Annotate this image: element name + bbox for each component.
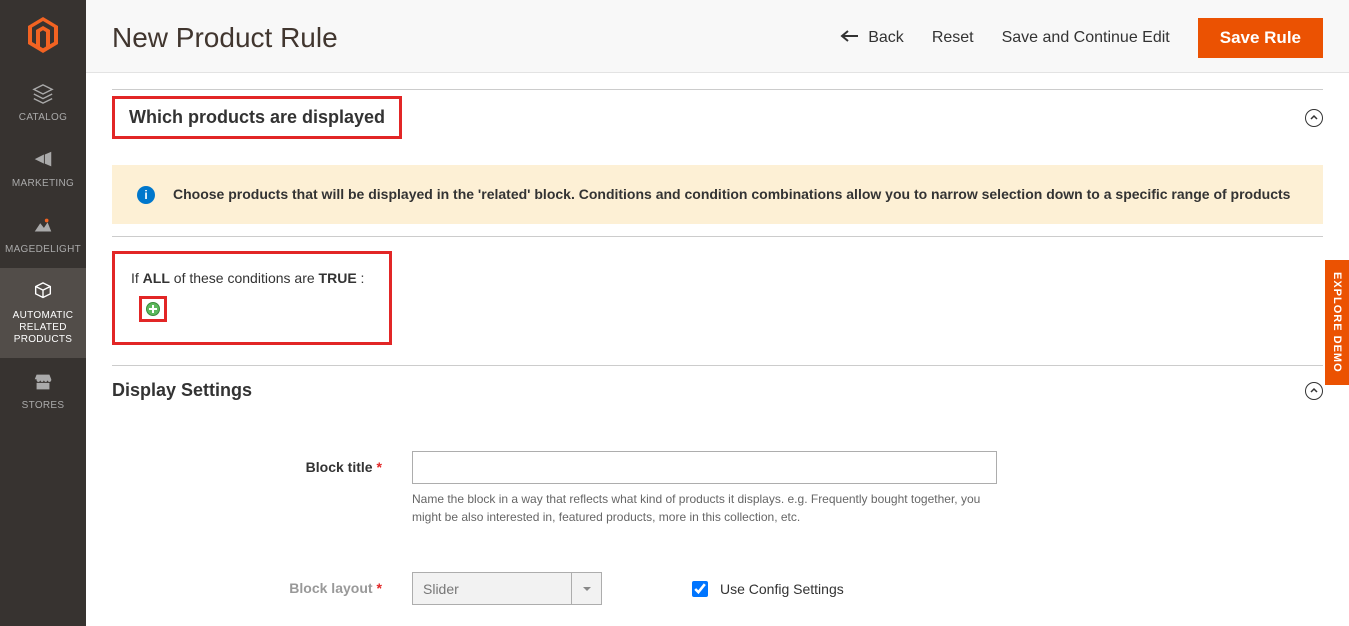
block-layout-field-wrap: Slider Use Config Settings <box>412 572 1323 605</box>
required-indicator: * <box>377 459 382 475</box>
sidebar-item-label: CATALOG <box>19 112 67 124</box>
use-config-label: Use Config Settings <box>720 581 844 597</box>
save-continue-label: Save and Continue Edit <box>1002 29 1170 47</box>
block-layout-select[interactable]: Slider <box>412 572 572 605</box>
conditions-box: If ALL of these conditions are TRUE : <box>112 251 392 345</box>
save-continue-button[interactable]: Save and Continue Edit <box>1002 29 1170 47</box>
block-layout-label: Block layout* <box>112 572 412 596</box>
info-icon: i <box>137 186 155 204</box>
collapse-icon[interactable] <box>1305 382 1323 400</box>
reset-label: Reset <box>932 29 974 47</box>
sidebar: CATALOG MARKETING MAGEDELIGHT AUTOMATIC … <box>0 0 86 626</box>
divider <box>112 236 1323 237</box>
collapse-icon[interactable] <box>1305 109 1323 127</box>
block-title-hint: Name the block in a way that reflects wh… <box>412 490 997 526</box>
plus-icon <box>146 302 160 316</box>
save-rule-button[interactable]: Save Rule <box>1198 18 1323 58</box>
main-content: New Product Rule Back Reset Save and Con… <box>86 0 1349 626</box>
back-label: Back <box>868 29 904 47</box>
sidebar-item-label: AUTOMATIC RELATED PRODUCTS <box>4 310 82 346</box>
sidebar-item-label: STORES <box>22 400 65 412</box>
block-title-input[interactable] <box>412 451 997 484</box>
sidebar-item-automatic-related-products[interactable]: AUTOMATIC RELATED PRODUCTS <box>0 268 86 358</box>
catalog-icon <box>32 82 54 106</box>
sidebar-item-label: MARKETING <box>12 178 74 190</box>
info-banner: i Choose products that will be displayed… <box>112 165 1323 224</box>
page-title: New Product Rule <box>112 22 338 54</box>
section-title-displayed: Which products are displayed <box>112 96 402 139</box>
add-condition-button[interactable] <box>139 296 167 322</box>
sidebar-item-stores[interactable]: STORES <box>0 358 86 424</box>
form-row-block-title: Block title* Name the block in a way tha… <box>112 441 1323 536</box>
marketing-icon <box>32 148 54 172</box>
select-arrow-icon[interactable] <box>572 572 602 605</box>
back-arrow-icon <box>840 29 860 48</box>
section-header-display-settings[interactable]: Display Settings <box>112 365 1323 415</box>
header-actions: Back Reset Save and Continue Edit Save R… <box>840 18 1323 58</box>
sidebar-item-marketing[interactable]: MARKETING <box>0 136 86 202</box>
reset-button[interactable]: Reset <box>932 29 974 47</box>
explore-demo-tab[interactable]: EXPLORE DEMO <box>1325 260 1349 385</box>
conditions-text: If ALL of these conditions are TRUE : <box>131 270 373 286</box>
arp-icon <box>32 280 54 304</box>
block-title-field-wrap: Name the block in a way that reflects wh… <box>412 451 1323 526</box>
section-title-display-settings: Display Settings <box>112 380 252 401</box>
sidebar-item-label: MAGEDELIGHT <box>5 244 81 256</box>
stores-icon <box>32 370 54 394</box>
block-title-label: Block title* <box>112 451 412 475</box>
content-area: Which products are displayed i Choose pr… <box>86 73 1349 626</box>
section-header-displayed[interactable]: Which products are displayed <box>112 89 1323 145</box>
info-text: Choose products that will be displayed i… <box>173 184 1290 205</box>
sidebar-item-magedelight[interactable]: MAGEDELIGHT <box>0 202 86 268</box>
page-header: New Product Rule Back Reset Save and Con… <box>86 0 1349 73</box>
magedelight-icon <box>32 214 54 238</box>
back-button[interactable]: Back <box>840 29 904 48</box>
use-config-checkbox[interactable] <box>692 581 708 597</box>
magento-logo[interactable] <box>0 0 86 70</box>
use-config-checkbox-wrap: Use Config Settings <box>692 581 844 597</box>
required-indicator: * <box>377 580 382 596</box>
sidebar-item-catalog[interactable]: CATALOG <box>0 70 86 136</box>
display-settings-section: Display Settings Block title* Name the b… <box>112 365 1323 615</box>
form-row-block-layout: Block layout* Slider <box>112 562 1323 615</box>
